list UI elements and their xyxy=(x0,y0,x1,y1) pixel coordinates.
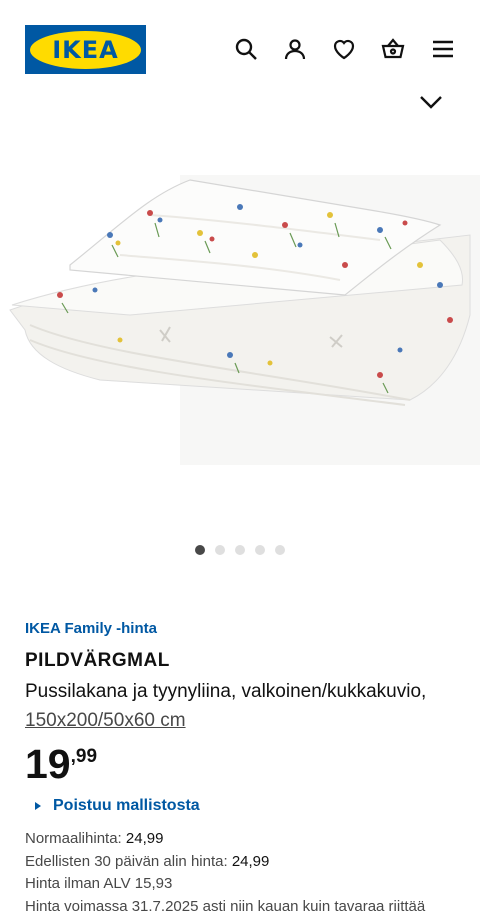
chevron-down-icon[interactable] xyxy=(418,92,444,112)
normal-price-line: Normaalihinta: 24,99 xyxy=(25,828,425,851)
user-icon[interactable] xyxy=(282,36,308,62)
gallery-dot[interactable] xyxy=(255,545,265,555)
size-link[interactable]: 150x200/50x60 cm xyxy=(25,710,186,731)
gallery-dot[interactable] xyxy=(235,545,245,555)
product-image[interactable] xyxy=(0,115,480,530)
ikea-logo[interactable]: IKEA xyxy=(25,25,146,74)
header: IKEA xyxy=(0,0,480,100)
price-info: Normaalihinta: 24,99 Edellisten 30 päivä… xyxy=(25,828,425,918)
gallery-dot[interactable] xyxy=(215,545,225,555)
basket-icon[interactable] xyxy=(380,36,406,62)
lowest-price-label: Edellisten 30 päivän alin hinta: xyxy=(25,852,228,870)
logo-text: IKEA xyxy=(52,35,119,64)
normal-price-label: Normaalihinta: xyxy=(25,830,122,847)
product-description: Pussilakana ja tyynyliina, valkoinen/kuk… xyxy=(25,677,465,735)
leaving-label: Poistuu mallistosta xyxy=(53,797,200,814)
product-price: 19 ,99 xyxy=(25,740,97,788)
family-price-label: IKEA Family -hinta xyxy=(25,620,157,637)
gallery-pagination xyxy=(195,545,285,555)
price-decimal: ,99 xyxy=(70,746,98,767)
leaving-range-link[interactable]: Poistuu mallistosta xyxy=(35,797,200,815)
price-integer: 19 xyxy=(25,741,71,787)
search-icon[interactable] xyxy=(233,36,259,62)
heart-icon[interactable] xyxy=(331,36,357,62)
logo-oval: IKEA xyxy=(30,30,141,69)
product-name: PILDVÄRGMAL xyxy=(25,650,170,671)
description-text: Pussilakana ja tyynyliina, valkoinen/kuk… xyxy=(25,681,427,702)
lowest-price-value: 24,99 xyxy=(231,852,270,870)
normal-price-value: 24,99 xyxy=(125,830,164,847)
lowest-price-line: Edellisten 30 päivän alin hinta: 24,99 xyxy=(25,851,425,874)
caret-right-icon xyxy=(35,802,41,810)
vat-free-price: Hinta ilman ALV 15,93 xyxy=(25,875,173,892)
gallery-dot[interactable] xyxy=(195,545,205,555)
menu-icon[interactable] xyxy=(430,36,456,62)
gallery-dot[interactable] xyxy=(275,545,285,555)
price-validity: Hinta voimassa 31.7.2025 asti niin kauan… xyxy=(25,897,426,915)
